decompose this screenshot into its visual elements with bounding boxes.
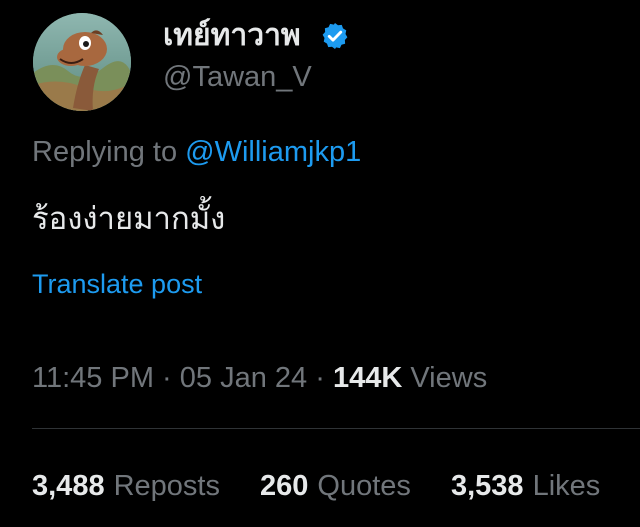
reposts-label: Reposts	[113, 470, 220, 502]
quotes-label: Quotes	[317, 470, 411, 502]
avatar[interactable]	[33, 13, 131, 111]
replying-to-label: Replying to	[32, 136, 178, 168]
views-label: Views	[410, 362, 488, 394]
reply-mention-link[interactable]: @Williamjkp1	[185, 136, 361, 168]
post-time[interactable]: 11:45 PM	[32, 362, 154, 394]
author-handle[interactable]: @Tawan_V	[163, 58, 312, 96]
views-count: 144K	[332, 362, 403, 394]
likes-label: Likes	[532, 470, 601, 502]
verified-badge-icon	[322, 23, 348, 49]
reposts-count: 3,488	[32, 470, 105, 502]
reposts-stat[interactable]: 3,488 Reposts	[32, 470, 220, 502]
meta-separator: ·	[315, 362, 325, 394]
meta-separator: ·	[162, 362, 172, 394]
cartoon-dinosaur-avatar-icon	[33, 13, 131, 111]
engagement-stats: 3,488 Reposts 260 Quotes 3,538 Likes	[32, 467, 632, 505]
likes-count: 3,538	[450, 470, 524, 502]
post-metadata: 11:45 PM · 05 Jan 24 · 144K Views	[32, 359, 487, 397]
quotes-stat[interactable]: 260 Quotes	[260, 470, 411, 502]
quotes-count: 260	[260, 470, 309, 502]
post-date[interactable]: 05 Jan 24	[180, 362, 307, 394]
translate-post-link[interactable]: Translate post	[32, 266, 202, 302]
replying-to: Replying to @Williamjkp1	[32, 133, 361, 171]
divider	[32, 428, 640, 429]
display-name[interactable]: เทย์ทาวาพ	[163, 16, 301, 56]
likes-stat[interactable]: 3,538 Likes	[451, 470, 600, 502]
post-text: ร้องง่ายมากมั้ง	[32, 201, 226, 236]
